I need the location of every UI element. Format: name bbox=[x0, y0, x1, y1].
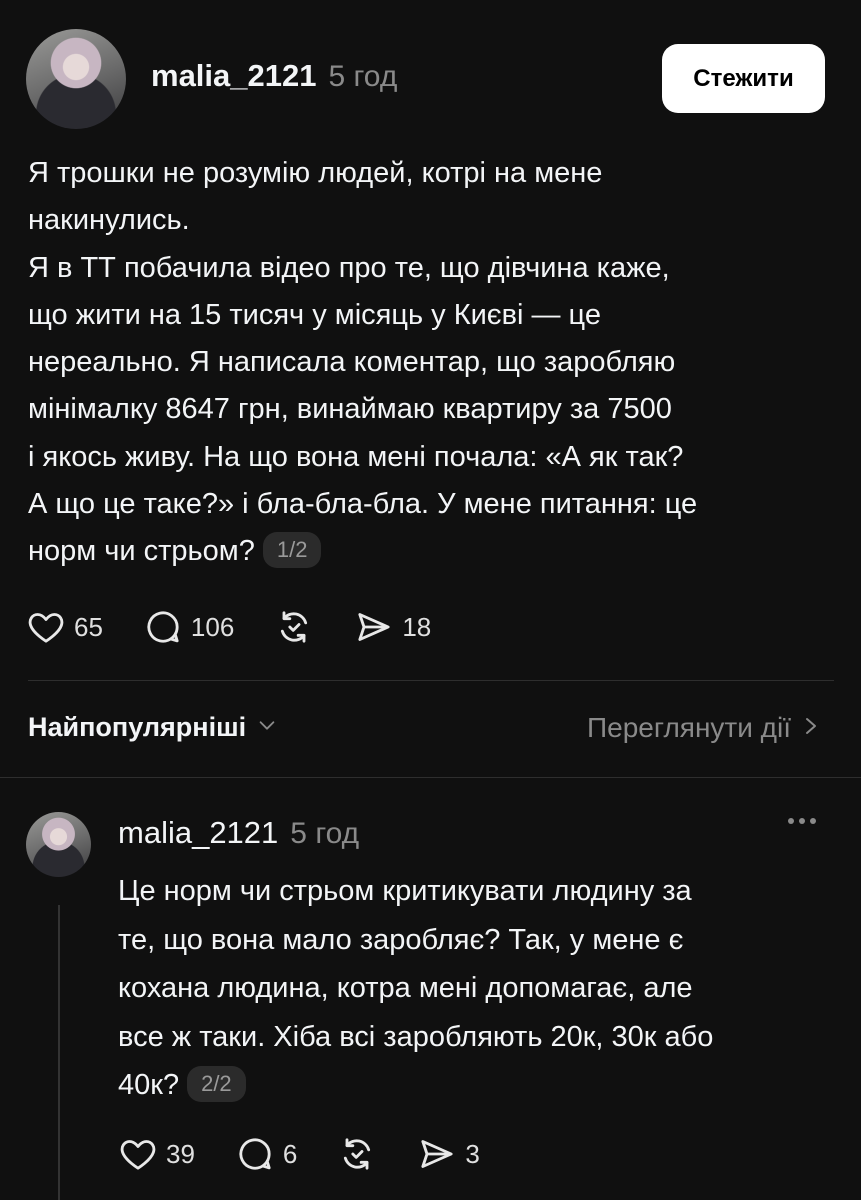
divider bbox=[0, 777, 861, 778]
more-icon[interactable] bbox=[788, 818, 816, 824]
share-count: 18 bbox=[402, 611, 432, 642]
thread-index-badge: 1/2 bbox=[262, 532, 322, 569]
comment-count: 106 bbox=[190, 611, 235, 642]
heart-icon bbox=[118, 1134, 158, 1174]
post-actions: 65 106 18 bbox=[26, 607, 471, 647]
post-body: Я трошки не розумію людей, котрі на мене… bbox=[28, 150, 828, 576]
sort-label: Найпопулярніші bbox=[28, 712, 247, 742]
reply-avatar[interactable] bbox=[26, 812, 91, 877]
chevron-down-icon bbox=[256, 714, 278, 741]
like-button[interactable]: 39 bbox=[118, 1134, 195, 1174]
send-icon bbox=[417, 1134, 457, 1174]
follow-button[interactable]: Стежити bbox=[662, 44, 825, 113]
reply-body: Це норм чи стрьом критикувати людину за … bbox=[118, 867, 818, 1110]
activity-label: Переглянути дії bbox=[587, 712, 791, 743]
repost-button[interactable] bbox=[274, 607, 314, 647]
repost-icon bbox=[337, 1134, 377, 1174]
repost-icon bbox=[274, 607, 314, 647]
divider bbox=[28, 680, 834, 681]
username[interactable]: malia_2121 bbox=[151, 58, 316, 94]
reply-header: malia_2121 5 год bbox=[118, 815, 359, 851]
post-text: Я трошки не розумію людей, котрі на мене… bbox=[28, 157, 698, 568]
send-icon bbox=[354, 607, 394, 647]
thread-line bbox=[58, 905, 60, 1200]
reply-username[interactable]: malia_2121 bbox=[118, 815, 278, 851]
comment-icon bbox=[235, 1134, 275, 1174]
share-button[interactable]: 18 bbox=[354, 607, 431, 647]
share-button[interactable]: 3 bbox=[417, 1134, 480, 1174]
post-time: 5 год bbox=[328, 60, 398, 93]
repost-button[interactable] bbox=[337, 1134, 377, 1174]
like-count: 39 bbox=[166, 1138, 195, 1169]
comment-count: 6 bbox=[282, 1138, 298, 1169]
like-count: 65 bbox=[74, 611, 103, 642]
share-count: 3 bbox=[465, 1138, 480, 1169]
chevron-right-icon bbox=[801, 714, 821, 743]
comment-button[interactable]: 6 bbox=[235, 1134, 297, 1174]
post-header: malia_2121 5 год bbox=[151, 58, 397, 94]
like-button[interactable]: 65 bbox=[26, 607, 103, 647]
avatar[interactable] bbox=[26, 29, 126, 129]
reply-time: 5 год bbox=[290, 817, 360, 850]
reply-actions: 39 6 3 bbox=[118, 1134, 520, 1174]
comment-button[interactable]: 106 bbox=[143, 607, 234, 647]
heart-icon bbox=[26, 607, 66, 647]
thread-index-badge: 2/2 bbox=[187, 1066, 246, 1102]
sort-dropdown[interactable]: Найпопулярніші bbox=[28, 712, 278, 743]
view-activity-link[interactable]: Переглянути дії bbox=[587, 712, 821, 744]
comment-icon bbox=[143, 607, 183, 647]
